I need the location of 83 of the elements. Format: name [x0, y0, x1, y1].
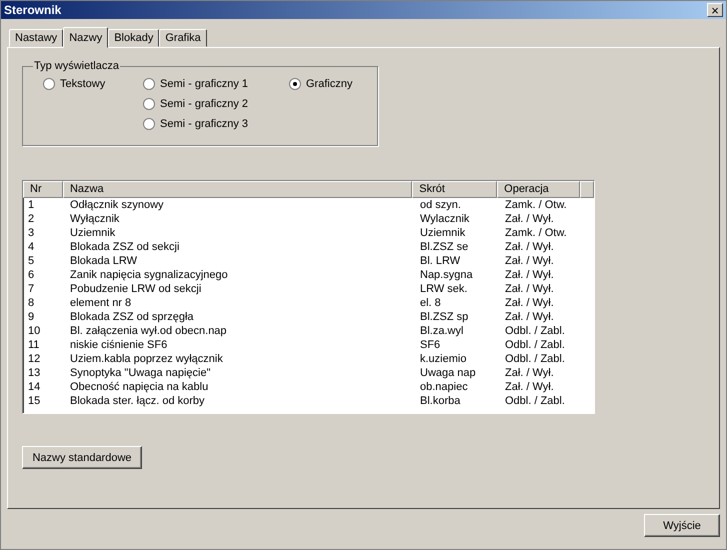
table-cell-text: LRW sek. — [419, 282, 468, 296]
table-cell-text: Bl.ZSZ sp — [419, 310, 470, 324]
table-cell-text: Bl.ZSZ se — [419, 240, 470, 254]
table-cell-text: Zamk. / Otw. — [504, 226, 568, 240]
table-cell-text: 13 — [27, 366, 42, 380]
radio-label[interactable]: Semi - graficzny 2 — [160, 98, 248, 110]
table-cell-text: Pobudzenie LRW od sekcji — [69, 282, 202, 296]
table-cell-text: Zamk. / Otw. — [504, 198, 568, 212]
column-header[interactable]: Nazwa — [62, 181, 412, 198]
table-cell-text: Zanik napięcia sygnalizacyjnego — [69, 268, 229, 282]
tab[interactable]: Grafika — [159, 29, 207, 47]
radio-button[interactable] — [143, 98, 155, 110]
table-cell-text: 9 — [27, 310, 36, 324]
table-cell-text: element nr 8 — [69, 296, 132, 310]
radio-label[interactable]: Graficzny — [306, 78, 352, 90]
radio-button[interactable] — [143, 118, 155, 130]
table-cell-text: Blokada ZSZ od sprzęgła — [69, 310, 195, 324]
table-cell-text: Blokada ster. łącz. od korby — [69, 394, 206, 408]
table-cell-text: Uziem.kabla poprzez wyłącznik — [69, 352, 224, 366]
table-cell-text: k.uziemio — [419, 352, 468, 366]
group-title: Typ wyświetlacza — [33, 60, 120, 72]
table-cell-text: SF6 — [419, 338, 442, 352]
close-button[interactable]: × — [707, 3, 723, 17]
table-cell-text: Bl.za.wyl — [419, 324, 464, 338]
table-cell-text: Zał. / Wył. — [504, 240, 555, 254]
table-cell-text: Wyłącznik — [69, 212, 120, 226]
table-cell-text: Zał. / Wył. — [504, 296, 555, 310]
table-cell-text: Uziemnik — [419, 226, 466, 240]
table-cell-text: 6 — [27, 268, 36, 282]
table-cell-text: 5 — [27, 254, 36, 268]
table-cell-text: Odbl. / Zabl. — [504, 338, 566, 352]
tab[interactable]: Nazwy — [63, 27, 108, 48]
radio-button[interactable] — [289, 78, 301, 90]
table-cell-text: 12 — [27, 352, 42, 366]
table-cell-text: ob.napiec — [419, 380, 469, 394]
table-cell-text: Zał. / Wył. — [504, 268, 555, 282]
table-cell-text: Zał. / Wył. — [504, 212, 555, 226]
table-cell-text: Blokada LRW — [69, 254, 138, 268]
table-cell-text: Bl. załączenia wył.od obecn.nap — [69, 324, 228, 338]
table-cell-text: Zał. / Wył. — [504, 310, 555, 324]
table-cell-text: Bl. LRW — [419, 254, 462, 268]
table-cell-text: niskie ciśnienie SF6 — [69, 338, 168, 352]
radio-button[interactable] — [43, 78, 55, 90]
table-cell-text: Odłącznik szynowy — [69, 198, 165, 212]
radio-label[interactable]: Tekstowy — [60, 78, 106, 90]
standard-names-button[interactable]: Nazwy standardowe — [22, 446, 142, 469]
table-cell-text: Zał. / Wył. — [504, 254, 555, 268]
table-cell-text: 8 — [27, 296, 36, 310]
table-cell-text: Obecność napięcia na kablu — [69, 380, 210, 394]
table-cell-text: Bl.korba — [419, 394, 462, 408]
table-cell-text: 14 — [27, 380, 42, 394]
table-cell-text: Odbl. / Zabl. — [504, 352, 566, 366]
table-cell-text: Nap.sygna — [419, 268, 474, 282]
table-cell-text: el. 8 — [419, 296, 442, 310]
table-cell-text: 15 — [27, 394, 42, 408]
table-cell-text: 7 — [27, 282, 36, 296]
radio-label[interactable]: Semi - graficzny 3 — [160, 118, 248, 130]
column-header[interactable]: Nr — [23, 181, 63, 198]
table-cell-text: 11 — [27, 338, 40, 352]
table-cell-text: Uwaga nap — [419, 366, 477, 380]
window-title: Sterownik — [4, 3, 62, 17]
column-header[interactable]: Operacja — [497, 181, 580, 198]
table-cell-text: 4 — [27, 240, 36, 254]
exit-button[interactable]: Wyjście — [644, 514, 720, 537]
table-cell-text: 1 — [27, 198, 36, 212]
table-cell-text: Zał. / Wył. — [504, 282, 555, 296]
table-cell-text: Odbl. / Zabl. — [504, 324, 566, 338]
table-cell-text: 3 — [27, 226, 36, 240]
table-cell-text: Blokada ZSZ od sekcji — [69, 240, 180, 254]
tab[interactable]: Nastawy — [9, 29, 64, 47]
table-cell-text: Zał. / Wył. — [504, 380, 555, 394]
table-cell-text: Zał. / Wył. — [504, 366, 555, 380]
table-cell-text: 2 — [27, 212, 36, 226]
table-cell-text: Uziemnik — [69, 226, 116, 240]
table-cell-text: Synoptyka "Uwaga napięcie" — [69, 366, 212, 380]
table-cell-text: od szyn. — [419, 198, 462, 212]
radio-label[interactable]: Semi - graficzny 1 — [160, 78, 248, 90]
tab[interactable]: Blokady — [108, 29, 160, 47]
table-cell-text: Odbl. / Zabl. — [504, 394, 566, 408]
radio-button[interactable] — [143, 78, 155, 90]
table-cell-text: 10 — [27, 324, 42, 338]
column-header[interactable]: Skrót — [412, 181, 498, 198]
table-cell-text: Wylacznik — [419, 212, 470, 226]
